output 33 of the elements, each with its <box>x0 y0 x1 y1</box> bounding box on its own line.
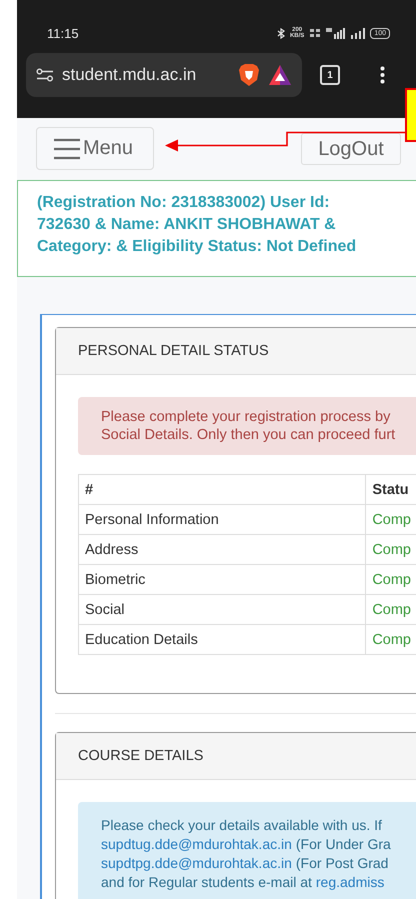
table-cell: Biometric <box>78 564 366 594</box>
email-link[interactable]: supdtug.dde@mdurohtak.ac.in <box>101 835 292 854</box>
column-header: # <box>78 474 366 504</box>
alert-text: Please complete your registration process by <box>101 408 392 426</box>
logout-button[interactable]: LogOut <box>301 133 401 165</box>
notice-text: (For Post Grad <box>296 854 388 873</box>
notice-text: and for Regular students e-mail at <box>101 873 312 892</box>
menu-button[interactable]: Menu <box>36 127 154 170</box>
menu-icon <box>53 138 81 160</box>
alert-text: Social Details. Only then you can proceed furt <box>101 426 396 444</box>
email-link[interactable]: supdtpg.dde@mdurohtak.ac.in <box>101 854 292 873</box>
card-title: COURSE DETAILS <box>56 733 416 780</box>
column-header: Statu <box>366 474 416 504</box>
card-title: PERSONAL DETAIL STATUS <box>56 328 416 375</box>
annotation-highlight <box>405 88 416 142</box>
url-text: student.mdu.ac.in <box>62 65 198 85</box>
tab-count-button[interactable]: 1 <box>320 65 340 85</box>
table-cell: Personal Information <box>78 504 366 534</box>
status-time: 11:15 <box>47 26 79 40</box>
site-settings-icon[interactable] <box>36 68 54 82</box>
user-info-text: (Registration No: 2318383002) User Id: 732630 & Name: ANKIT SHOBHAWAT & Category: & Eligibility Status: Not Defined <box>37 193 358 257</box>
table-cell: Social <box>78 594 366 624</box>
signal-icon <box>326 28 346 38</box>
notice-text: (For Under Gra <box>296 835 391 854</box>
notice-text: Please check your details available with us. If <box>101 816 382 835</box>
table-cell: Education Details <box>78 624 366 654</box>
more-menu-icon[interactable] <box>380 66 385 84</box>
triangle-logo-icon[interactable] <box>268 64 292 86</box>
signal-icon <box>351 28 366 38</box>
email-link[interactable]: reg.admiss <box>316 873 384 892</box>
table-cell: Address <box>78 534 366 564</box>
address-bar[interactable]: student.mdu.ac.in <box>26 53 302 97</box>
bluetooth-icon <box>276 28 285 38</box>
